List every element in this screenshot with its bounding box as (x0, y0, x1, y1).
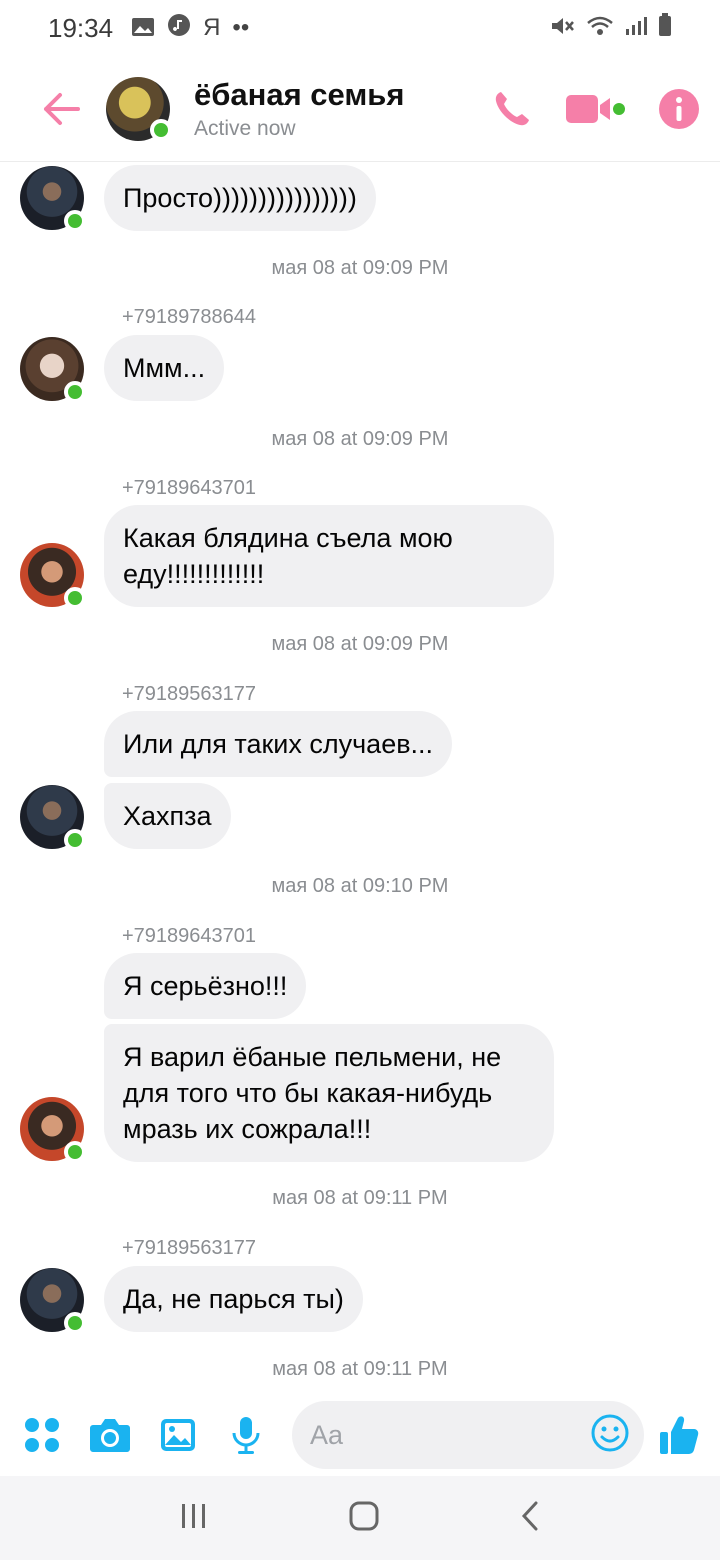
battery-icon (658, 12, 672, 44)
mute-icon (550, 13, 576, 44)
avatar[interactable] (20, 337, 86, 403)
sender-name: +79189643701 (122, 477, 257, 499)
timestamp: мая 08 at 09:11 PM (272, 1358, 448, 1380)
timestamp: мая 08 at 09:09 PM (271, 257, 449, 279)
avatar[interactable] (20, 166, 86, 232)
active-status: Active now (194, 116, 296, 140)
home-icon[interactable] (348, 1500, 380, 1537)
message-bubble[interactable]: Я варил ёбаные пельмени, не для того что… (104, 1024, 554, 1162)
avatar[interactable] (20, 543, 86, 609)
like-icon[interactable] (658, 1414, 700, 1456)
message-bubble[interactable]: Хахпза (104, 783, 231, 849)
video-icon[interactable] (564, 91, 626, 127)
sender-name: +79189643701 (122, 925, 257, 947)
message-bubble[interactable]: Да, не парься ты) (104, 1266, 363, 1332)
wifi-icon (586, 13, 614, 44)
timestamp: мая 08 at 09:09 PM (271, 428, 449, 450)
status-time: 19:34 (48, 12, 114, 43)
message-bubble[interactable]: Какая блядина съела мою еду!!!!!!!!!!!!! (104, 505, 554, 607)
info-icon[interactable] (658, 88, 700, 130)
status-dots: •• (232, 14, 250, 41)
avatar[interactable] (20, 1097, 86, 1163)
avatar[interactable] (20, 785, 86, 851)
message-placeholder: Aa (310, 1419, 344, 1450)
emoji-icon[interactable] (590, 1413, 630, 1458)
sender-name: +79189563177 (122, 683, 257, 705)
gallery-icon (131, 13, 155, 44)
signal-icon (624, 13, 648, 44)
timestamp: мая 08 at 09:10 PM (271, 875, 449, 897)
recents-icon[interactable] (179, 1501, 209, 1536)
image-icon[interactable] (156, 1413, 200, 1457)
mic-icon[interactable] (224, 1413, 268, 1457)
online-indicator (150, 118, 172, 141)
music-icon (167, 13, 191, 44)
message-bubble[interactable]: Или для таких случаев... (104, 711, 453, 777)
message-composer: Aa (0, 1396, 720, 1474)
back-button[interactable] (40, 87, 84, 131)
message-list[interactable]: Просто)))))))))))))))) мая 08 at 09:09 P… (0, 163, 720, 1395)
message-bubble[interactable]: Ммм... (104, 335, 225, 401)
group-avatar[interactable] (106, 76, 172, 141)
camera-icon[interactable] (88, 1413, 132, 1457)
conversation-info[interactable]: ёбаная семья Active now (194, 77, 404, 141)
back-nav-icon[interactable] (519, 1500, 541, 1537)
apps-icon[interactable] (20, 1413, 64, 1457)
system-nav-bar (0, 1476, 720, 1560)
sender-name: +79189788644 (122, 306, 257, 328)
conversation-title: ёбаная семья (194, 76, 405, 112)
phone-icon[interactable] (492, 89, 532, 129)
sender-name: +79189563177 (122, 1237, 257, 1259)
message-bubble[interactable]: Просто)))))))))))))))) (104, 165, 376, 231)
timestamp: мая 08 at 09:09 PM (271, 633, 449, 655)
avatar[interactable] (20, 1268, 86, 1334)
status-bar: 19:34 Я •• (0, 0, 720, 56)
status-letter: Я (203, 14, 221, 41)
message-input[interactable]: Aa (292, 1401, 644, 1469)
message-bubble[interactable]: Я серьёзно!!! (104, 953, 307, 1019)
timestamp: мая 08 at 09:11 PM (272, 1187, 448, 1209)
chat-header: ёбаная семья Active now (0, 56, 720, 162)
